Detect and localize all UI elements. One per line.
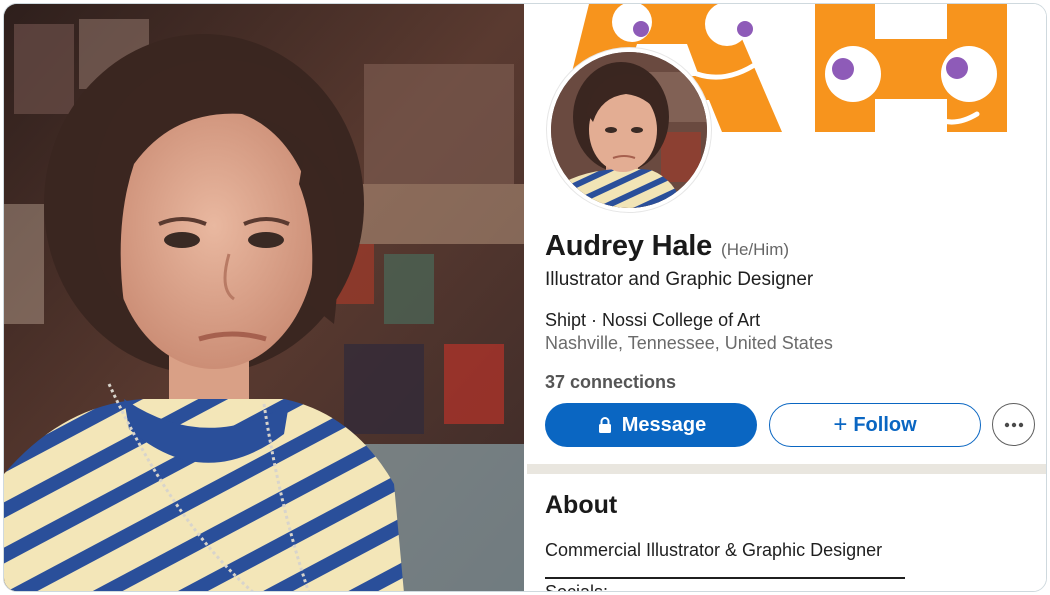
profile-card: Audrey Hale (He/Him) Illustrator and Gra… — [527, 4, 1046, 592]
connections-count[interactable]: 37 connections — [545, 372, 676, 393]
follow-button[interactable]: + Follow — [769, 403, 981, 447]
profile-headline: Illustrator and Graphic Designer — [545, 269, 814, 290]
message-button-label: Message — [621, 413, 707, 436]
plus-icon: + — [833, 411, 848, 438]
name-row: Audrey Hale (He/Him) — [545, 230, 789, 263]
profile-photo-large — [4, 4, 524, 591]
about-heading: About — [545, 491, 618, 519]
lock-icon — [596, 416, 614, 434]
more-horizontal-icon — [1004, 422, 1023, 427]
about-divider — [545, 577, 905, 579]
follow-button-label: Follow — [853, 413, 917, 436]
location: Nashville, Tennessee, United States — [545, 333, 833, 353]
section-separator — [527, 464, 1046, 474]
avatar[interactable] — [547, 48, 711, 212]
company-education[interactable]: Shipt · Nossi College of Art — [545, 310, 760, 331]
pronouns: (He/Him) — [721, 240, 790, 259]
profile-name: Audrey Hale — [545, 230, 713, 262]
message-button[interactable]: Message — [545, 403, 757, 447]
about-socials-label: Socials: — [545, 582, 609, 592]
screenshot-frame: Audrey Hale (He/Him) Illustrator and Gra… — [3, 3, 1047, 592]
more-options-button[interactable] — [992, 403, 1035, 446]
person-portrait-icon — [4, 4, 524, 591]
about-text: Commercial Illustrator & Graphic Designe… — [545, 540, 883, 560]
person-avatar-icon — [551, 52, 707, 208]
